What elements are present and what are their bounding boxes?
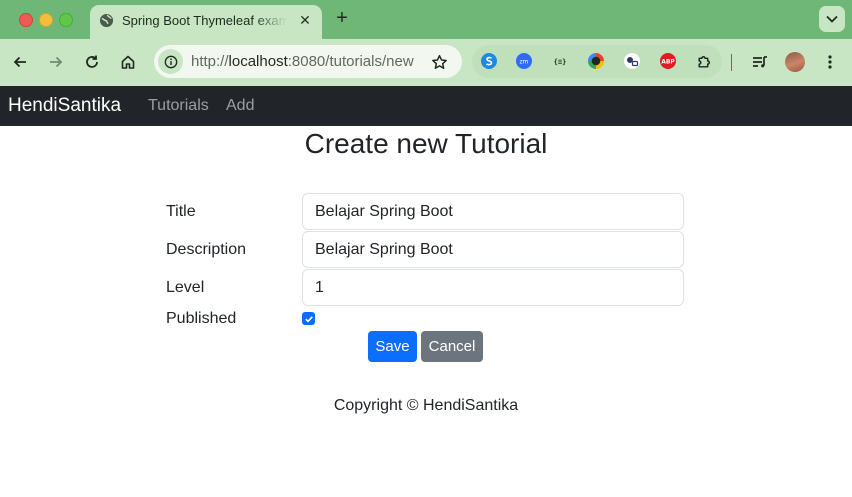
new-tab-button[interactable]: + bbox=[333, 8, 351, 28]
close-window-button[interactable] bbox=[19, 13, 33, 27]
browser-tab[interactable]: Spring Boot Thymeleaf example ✕ bbox=[90, 5, 322, 39]
arrow-left-icon bbox=[13, 56, 26, 68]
toolbar-divider bbox=[731, 54, 732, 71]
extensions-bar: zm {≡} ABP bbox=[472, 45, 722, 78]
title-input[interactable] bbox=[302, 193, 684, 230]
svg-text:zm: zm bbox=[520, 59, 529, 66]
browser-tab-strip: Spring Boot Thymeleaf example ✕ + bbox=[0, 0, 852, 39]
minimize-window-button[interactable] bbox=[39, 13, 53, 27]
navbar-brand[interactable]: HendiSantika bbox=[8, 95, 121, 117]
close-icon[interactable]: ✕ bbox=[297, 12, 313, 28]
site-info-icon[interactable] bbox=[158, 49, 183, 74]
nav-link-tutorials[interactable]: Tutorials bbox=[148, 97, 209, 115]
browser-menu-button[interactable] bbox=[819, 51, 841, 73]
page-title: Create new Tutorial bbox=[304, 128, 548, 159]
site-navbar: HendiSantika Tutorials Add bbox=[0, 86, 852, 126]
reload-button[interactable] bbox=[81, 51, 103, 73]
url-text: http://localhost:8080/tutorials/new bbox=[191, 53, 414, 70]
level-input[interactable] bbox=[302, 269, 684, 306]
cancel-button[interactable]: Cancel bbox=[421, 331, 483, 362]
tab-title: Spring Boot Thymeleaf example bbox=[122, 13, 287, 28]
chrome-color-icon[interactable] bbox=[588, 53, 604, 69]
title-label: Title bbox=[166, 203, 196, 220]
url-host: localhost bbox=[228, 53, 288, 70]
maximize-window-button[interactable] bbox=[59, 13, 73, 27]
description-label: Description bbox=[166, 241, 247, 258]
url-path: :8080/tutorials/new bbox=[287, 53, 414, 70]
playlist-icon bbox=[752, 56, 767, 68]
more-vertical-icon bbox=[828, 55, 832, 69]
media-control-button[interactable] bbox=[748, 51, 770, 73]
description-input[interactable] bbox=[302, 231, 684, 268]
home-icon bbox=[121, 55, 135, 69]
home-button[interactable] bbox=[117, 51, 139, 73]
arrow-right-icon bbox=[50, 56, 63, 68]
svg-text:ABP: ABP bbox=[661, 59, 675, 66]
puzzle-icon[interactable] bbox=[696, 53, 712, 69]
reload-icon bbox=[86, 55, 98, 68]
profile-avatar[interactable] bbox=[785, 52, 805, 72]
adblock-icon[interactable]: ABP bbox=[660, 53, 676, 69]
camera-icon[interactable] bbox=[624, 53, 640, 69]
forward-button[interactable] bbox=[45, 51, 67, 73]
checkmark-icon bbox=[304, 315, 313, 323]
footer-copyright: Copyright © HendiSantika bbox=[333, 397, 519, 414]
globe-icon bbox=[99, 13, 114, 28]
browser-toolbar: http://localhost:8080/tutorials/new zm {… bbox=[0, 39, 852, 86]
bookmark-star-icon[interactable] bbox=[428, 51, 450, 73]
published-label: Published bbox=[166, 310, 237, 327]
nav-link-add[interactable]: Add bbox=[226, 97, 254, 115]
svg-text:{≡}: {≡} bbox=[554, 58, 567, 66]
s-icon[interactable] bbox=[481, 53, 497, 69]
json-formatter-icon[interactable]: {≡} bbox=[552, 53, 568, 69]
published-checkbox[interactable] bbox=[302, 312, 315, 325]
url-scheme: http:// bbox=[191, 53, 229, 70]
level-label: Level bbox=[166, 279, 205, 296]
back-button[interactable] bbox=[9, 51, 31, 73]
tab-search-button[interactable] bbox=[819, 6, 845, 32]
save-button[interactable]: Save bbox=[368, 331, 417, 362]
zoom-icon[interactable]: zm bbox=[516, 53, 532, 69]
address-bar[interactable]: http://localhost:8080/tutorials/new bbox=[154, 45, 462, 78]
chevron-down-icon bbox=[826, 15, 838, 23]
